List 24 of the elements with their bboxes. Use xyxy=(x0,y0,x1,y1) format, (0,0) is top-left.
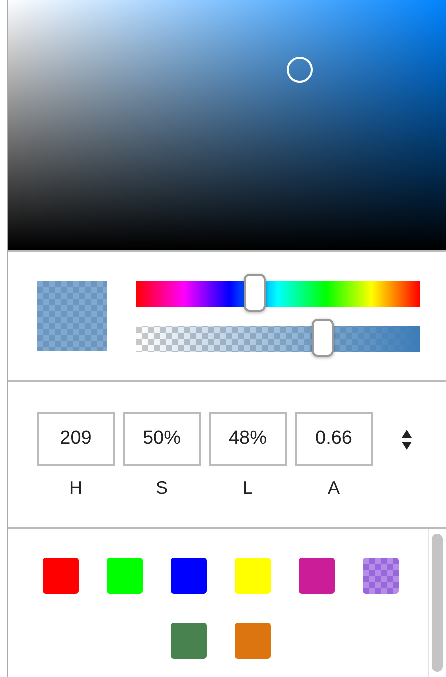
color-swatch[interactable] xyxy=(234,558,270,594)
color-swatch[interactable] xyxy=(106,558,142,594)
scrollbar-thumb[interactable] xyxy=(432,534,443,672)
field-label: S xyxy=(156,478,168,499)
field-label: L xyxy=(242,478,253,499)
input-field[interactable]: 50% xyxy=(123,412,201,466)
color-swatch[interactable] xyxy=(234,623,270,659)
input-field[interactable]: 0.66 xyxy=(295,412,373,466)
color-swatch[interactable] xyxy=(170,623,206,659)
color-swatch[interactable] xyxy=(42,558,78,594)
up-down-icon[interactable] xyxy=(401,429,413,451)
input-field[interactable]: 48% xyxy=(209,412,287,466)
color-swatch[interactable] xyxy=(298,558,334,594)
color-swatch[interactable] xyxy=(170,558,206,594)
slider-handle[interactable] xyxy=(244,274,266,312)
input-field[interactable]: 209 xyxy=(37,412,115,466)
field-label: A xyxy=(328,478,340,499)
color-preview xyxy=(37,281,107,351)
saturation-field[interactable] xyxy=(8,0,446,250)
field-label: H xyxy=(70,478,82,499)
color-swatch[interactable] xyxy=(362,558,398,594)
picker-handle[interactable] xyxy=(286,57,313,83)
slider-handle[interactable] xyxy=(312,318,334,356)
scrollbar[interactable] xyxy=(428,529,446,677)
